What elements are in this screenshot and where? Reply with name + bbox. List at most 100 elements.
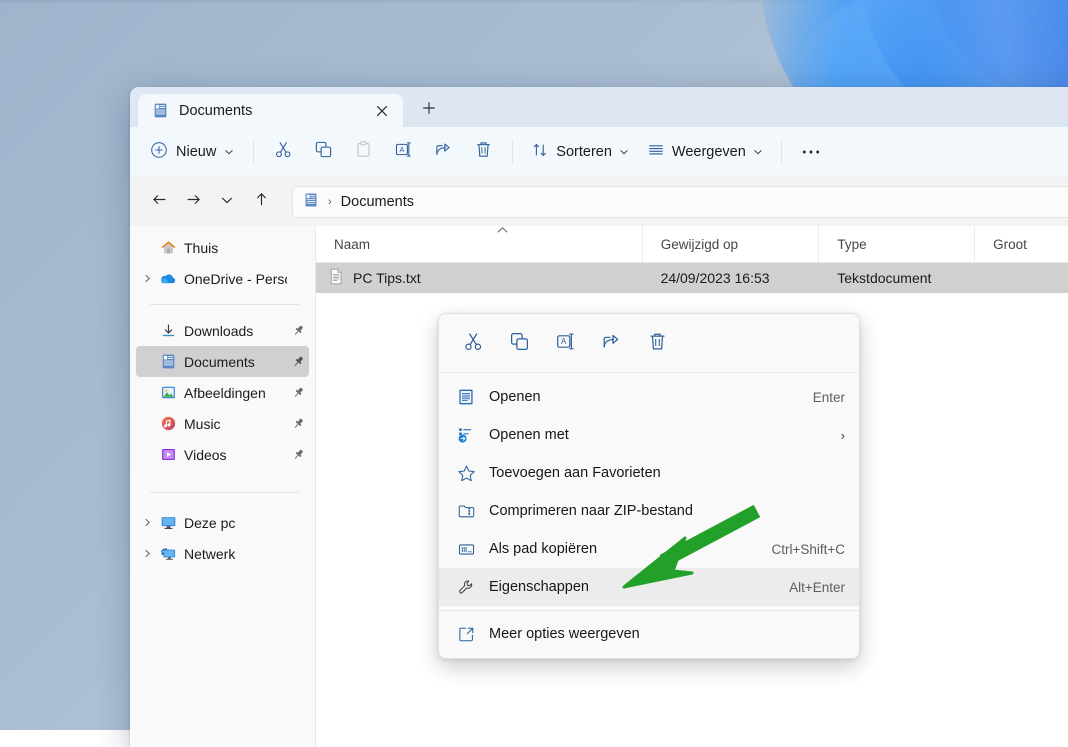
sidebar-item-deze-pc[interactable]: Deze pc (136, 507, 309, 538)
context-item-label: Eigenschappen (489, 579, 589, 595)
plus-circle-icon (150, 141, 168, 163)
context-item-label: Openen (489, 389, 541, 405)
view-button[interactable]: Weergeven (638, 136, 772, 168)
column-header-grootte[interactable]: Groot (975, 226, 1068, 262)
copy-icon (314, 140, 333, 164)
documents-icon (157, 353, 179, 370)
svg-text:A: A (399, 145, 404, 154)
context-item-toevoegen-aan-favorieten[interactable]: Toevoegen aan Favorieten (439, 454, 859, 492)
context-item-label: Comprimeren naar ZIP-bestand (489, 503, 693, 519)
context-item-label: Openen met (489, 427, 569, 443)
context-item-openen[interactable]: Openen Enter (439, 378, 859, 416)
pin-icon[interactable] (287, 386, 309, 399)
context-item-label: Toevoegen aan Favorieten (489, 465, 661, 481)
trash-icon (474, 140, 493, 164)
close-icon[interactable] (369, 99, 395, 123)
file-modified-cell: 24/09/2023 16:53 (660, 270, 770, 286)
command-bar: Nieuw A Sorteren Weergeven (130, 127, 1068, 178)
tab-documents[interactable]: Documents (138, 94, 403, 127)
column-header-naam[interactable]: Naam (316, 226, 643, 262)
svg-text:A: A (561, 337, 567, 346)
table-row[interactable]: PC Tips.txt 24/09/2023 16:53 Tekstdocume… (316, 263, 1068, 293)
column-header-label: Type (837, 236, 867, 252)
toolbar-divider-2 (512, 141, 514, 163)
context-item-comprimeren-naar-zip[interactable]: Comprimeren naar ZIP-bestand (439, 492, 859, 530)
window-title-bar: Documents (130, 87, 1068, 127)
breadcrumb[interactable]: › Documents (292, 186, 1068, 218)
cut-button[interactable] (263, 136, 303, 168)
more-button[interactable] (791, 136, 831, 168)
toolbar-divider-3 (780, 141, 782, 163)
context-item-label: Meer opties weergeven (489, 626, 640, 642)
sidebar-item-downloads[interactable]: Downloads (136, 315, 309, 346)
sidebar-item-label: Documents (184, 353, 255, 370)
chevron-right-icon[interactable] (138, 274, 157, 283)
music-icon (157, 415, 179, 432)
sidebar-item-label: Thuis (184, 239, 219, 256)
plus-icon (422, 101, 436, 120)
sidebar-item-label: Netwerk (184, 545, 236, 562)
sidebar-item-afbeeldingen[interactable]: Afbeeldingen (136, 377, 309, 408)
text-file-icon (328, 268, 344, 288)
sidebar-item-netwerk[interactable]: Netwerk (136, 538, 309, 569)
sidebar-item-onedrive[interactable]: OneDrive - Persona (136, 263, 309, 294)
videos-icon (157, 446, 179, 463)
rename-icon: A (555, 331, 576, 356)
wrench-icon (453, 578, 479, 597)
rename-button[interactable]: A (383, 136, 423, 168)
chevron-right-icon[interactable] (138, 518, 157, 527)
sort-button-label: Sorteren (556, 144, 612, 160)
sidebar-item-label: Downloads (184, 322, 254, 339)
ellipsis-icon (801, 143, 821, 161)
context-delete-button[interactable] (635, 324, 679, 362)
pictures-icon (157, 384, 179, 401)
scissors-icon (274, 140, 293, 164)
pin-icon[interactable] (287, 324, 309, 337)
context-item-als-pad-kopieren[interactable]: Als pad kopiëren Ctrl+Shift+C (439, 530, 859, 568)
context-rename-button[interactable]: A (543, 324, 587, 362)
context-item-openen-met[interactable]: Openen met › (439, 416, 859, 454)
context-share-button[interactable] (589, 324, 633, 362)
chevron-right-icon[interactable] (138, 549, 157, 558)
chevron-down-icon (619, 147, 629, 157)
pin-icon[interactable] (287, 448, 309, 461)
home-icon (157, 239, 179, 256)
context-menu-divider (439, 610, 859, 611)
share-button[interactable] (423, 136, 463, 168)
sidebar-item-videos[interactable]: Videos (136, 439, 309, 470)
sidebar-item-music[interactable]: Music (136, 408, 309, 439)
arrow-left-icon (151, 191, 168, 213)
copy-button[interactable] (303, 136, 343, 168)
column-header-type[interactable]: Type (819, 226, 976, 262)
new-tab-button[interactable] (413, 95, 445, 125)
forward-button[interactable] (176, 186, 210, 218)
sort-button[interactable]: Sorteren (522, 136, 638, 168)
context-item-meer-opties-weergeven[interactable]: Meer opties weergeven (439, 615, 859, 653)
column-header-gewijzigd-op[interactable]: Gewijzigd op (643, 226, 820, 262)
sidebar-item-thuis[interactable]: Thuis (136, 232, 309, 263)
pin-icon[interactable] (287, 417, 309, 430)
rename-icon: A (394, 140, 413, 164)
context-copy-button[interactable] (497, 324, 541, 362)
scissors-icon (463, 331, 484, 356)
sidebar-item-documents[interactable]: Documents (136, 346, 309, 377)
this-pc-icon (157, 514, 179, 531)
context-item-eigenschappen[interactable]: Eigenschappen Alt+Enter (439, 568, 859, 606)
up-button[interactable] (244, 186, 278, 218)
context-item-accel: Enter (812, 389, 845, 405)
sidebar-divider-1 (150, 304, 299, 305)
delete-button[interactable] (463, 136, 503, 168)
context-item-accel: Ctrl+Shift+C (771, 541, 845, 557)
submenu-chevron-icon: › (840, 427, 845, 443)
recent-locations-button[interactable] (210, 186, 244, 218)
pin-icon[interactable] (287, 355, 309, 368)
context-cut-button[interactable] (451, 324, 495, 362)
open-document-icon (453, 388, 479, 406)
column-header-label: Gewijzigd op (660, 236, 739, 252)
back-button[interactable] (142, 186, 176, 218)
sidebar-divider-2 (150, 492, 299, 493)
paste-button[interactable] (343, 136, 383, 168)
new-button[interactable]: Nieuw (140, 136, 244, 168)
file-name: PC Tips.txt (353, 270, 421, 286)
breadcrumb-current: Documents (340, 194, 415, 210)
